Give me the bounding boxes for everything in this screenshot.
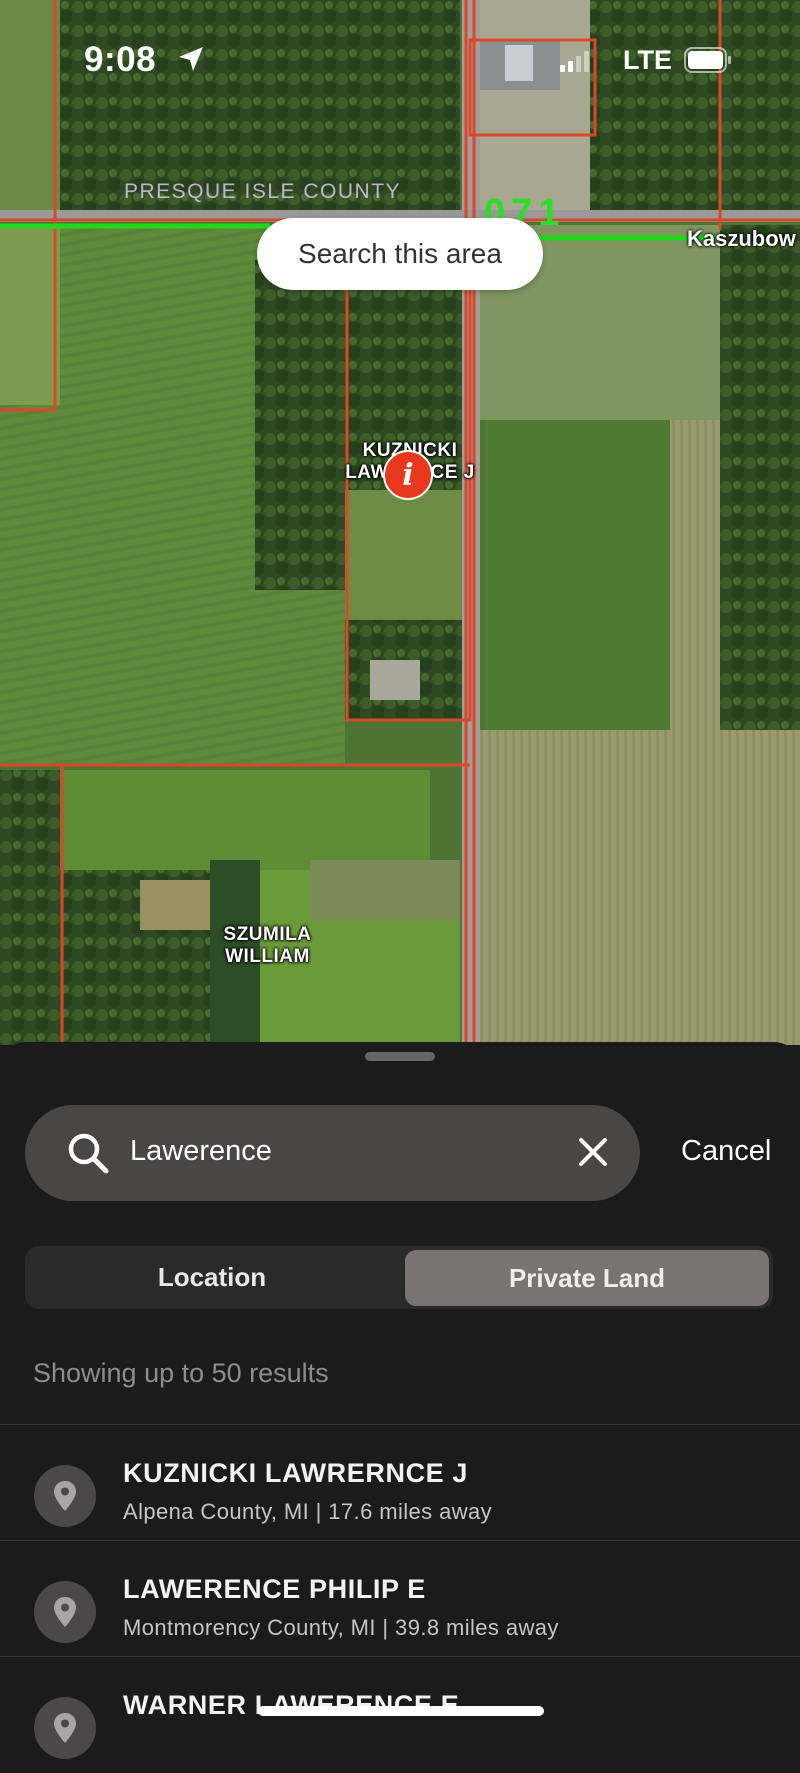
result-name: LAWERENCE PHILIP E (123, 1574, 426, 1604)
network-type: LTE (623, 45, 672, 75)
location-pin-icon (34, 1465, 96, 1527)
parcel-label-line: WILLIAM (225, 946, 310, 967)
map-pin-glyph (54, 1597, 76, 1627)
result-detail: Montmorency County, MI | 39.8 miles away (123, 1615, 559, 1640)
list-item[interactable]: LAWERENCE PHILIP E Montmorency County, M… (0, 1540, 800, 1657)
search-this-area-button[interactable]: Search this area (257, 218, 543, 290)
map-pin-glyph (54, 1713, 76, 1743)
county-label: PRESQUE ISLE COUNTY (124, 180, 402, 203)
status-time: 9:08 (84, 40, 157, 79)
battery-icon (684, 47, 731, 73)
cancel-button[interactable]: Cancel (681, 1135, 771, 1168)
location-pin-icon (34, 1697, 96, 1759)
list-item[interactable]: KUZNICKI LAWRERNCE J Alpena County, MI |… (0, 1424, 800, 1541)
map-view[interactable]: 9:08 LTE PRESQUE ISLE COUNTY 071 Kaszubo… (0, 0, 800, 1045)
cell-signal-icon (560, 51, 589, 72)
clear-icon[interactable] (576, 1135, 610, 1169)
location-pin-icon (34, 1581, 96, 1643)
sheet-grabber[interactable] (365, 1052, 435, 1061)
map-pin-glyph (54, 1481, 76, 1511)
result-detail: Alpena County, MI | 17.6 miles away (123, 1499, 493, 1524)
home-indicator[interactable] (258, 1706, 544, 1716)
search-type-segmented-control: Location Private Land (25, 1246, 773, 1309)
tab-private-land[interactable]: Private Land (405, 1250, 769, 1306)
parcel-label-line: SZUMILA (223, 924, 312, 945)
info-pin-icon[interactable]: i (383, 450, 433, 500)
bottom-sheet: Lawerence Cancel Location Private Land S… (0, 1042, 800, 1759)
results-caption: Showing up to 50 results (33, 1358, 329, 1388)
search-query-text[interactable]: Lawerence (130, 1135, 272, 1168)
status-bar: 9:08 LTE (0, 36, 800, 86)
search-icon (68, 1133, 109, 1174)
result-name: KUZNICKI LAWRERNCE J (123, 1458, 469, 1488)
tab-location[interactable]: Location (25, 1246, 399, 1309)
road-name-label: Kaszubow (687, 226, 796, 251)
satellite-imagery (0, 0, 800, 1045)
location-arrow-icon (179, 47, 203, 71)
parcel-label-szumila[interactable]: SZUMILA WILLIAM (205, 924, 330, 968)
search-input[interactable]: Lawerence (25, 1105, 640, 1201)
